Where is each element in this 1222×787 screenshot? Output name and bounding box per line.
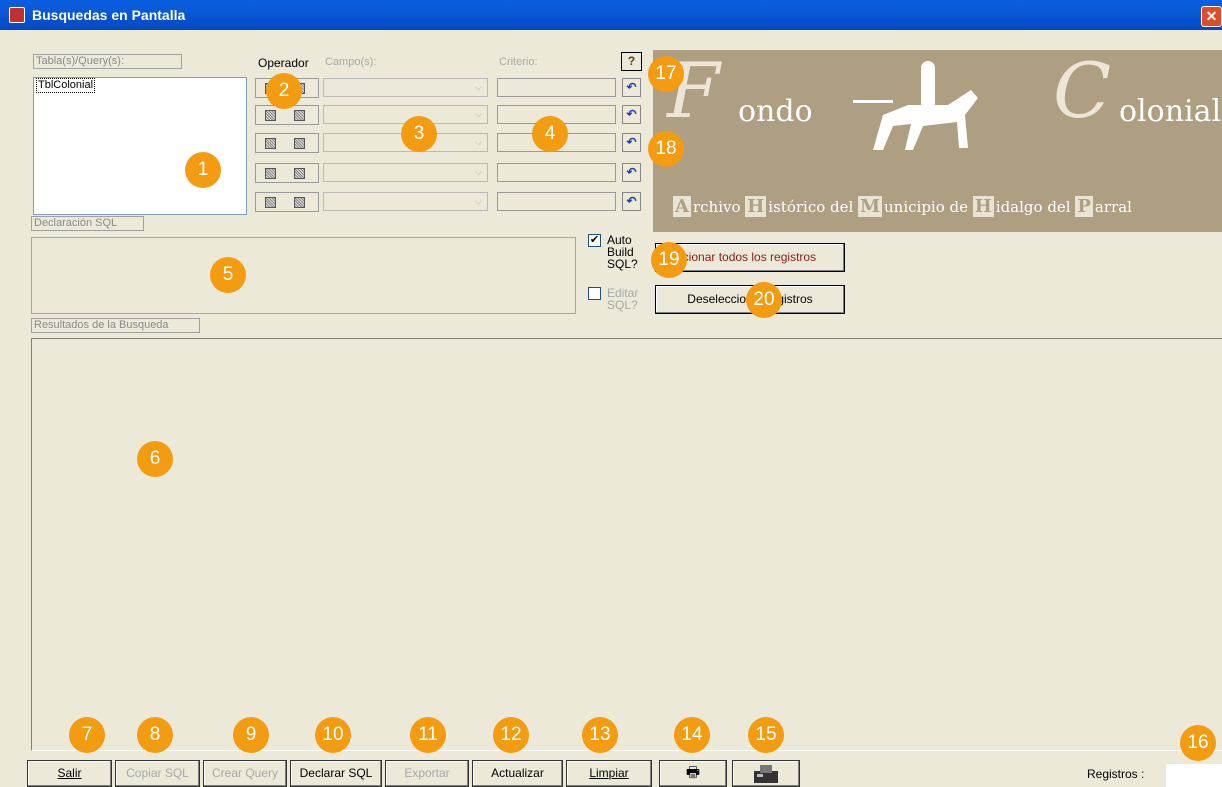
subtitle-part: istórico del [768,198,859,216]
tables-listbox[interactable]: TblColonial [33,77,247,215]
subtitle-cap: H [745,196,767,217]
field-combo-5[interactable]: ⌵ [323,192,488,211]
callout-badge: 9 [233,717,269,753]
auto-build-label: Auto Build SQL? [607,234,638,270]
subtitle-part: idalgo del [995,198,1076,216]
or-icon[interactable] [294,168,305,179]
auto-build-line: SQL? [607,257,638,271]
edit-sql-line: SQL? [607,298,638,312]
operator-label: Operador [258,56,309,70]
exportar-button[interactable]: Exportar [385,760,469,787]
and-icon[interactable] [265,197,276,208]
callout-badge: 13 [582,717,618,753]
sql-label: Declaración SQL [31,216,144,231]
subtitle-part: arral [1094,198,1132,216]
limpiar-button[interactable]: Limpiar [566,760,652,787]
callout-badge: 1 [185,152,221,188]
chevron-down-icon[interactable]: ⌵ [471,135,486,150]
callout-badge: 20 [746,282,782,318]
field-combo-1[interactable]: ⌵ [323,78,488,97]
crear-query-button[interactable]: Crear Query [203,760,287,787]
callout-badge: 4 [532,116,568,152]
and-icon[interactable] [265,110,276,121]
subtitle-cap: P [1075,196,1093,217]
results-label: Resultados de la Busqueda [31,318,200,333]
callout-badge: 11 [410,717,446,753]
printer-icon: 🖶 [685,764,701,781]
subtitle-part: rchivo [692,198,746,216]
title-bar: Busquedas en Pantalla ✕ [0,0,1222,30]
callout-badge: 5 [210,257,246,293]
print-button[interactable]: 🖶 [659,760,727,787]
declarar-sql-button[interactable]: Declarar SQL [290,760,382,787]
criteria-input-1[interactable] [497,78,616,97]
subtitle-cap: H [972,196,994,217]
banner-word-olonial: olonial [1119,94,1222,129]
chevron-down-icon[interactable]: ⌵ [471,194,486,209]
subtitle-cap: A [673,196,691,217]
criteria-input-4[interactable] [497,163,616,182]
chevron-down-icon[interactable]: ⌵ [471,80,486,95]
banner-cap-c: C [1053,50,1112,135]
registros-label: Registros : [1087,767,1145,781]
sql-textbox[interactable] [31,237,576,314]
fondo-colonial-banner: F ondo C olonial Archivo Histórico del M… [653,50,1222,232]
callout-badge: 2 [266,73,302,109]
rider-icon [853,61,978,150]
banner-word-ondo: ondo [738,94,813,129]
results-grid[interactable] [31,338,1222,751]
limpiar-label: Limpiar [589,766,629,780]
subtitle-cap: M [858,196,882,217]
help-button[interactable]: ? [621,52,642,71]
chevron-down-icon[interactable]: ⌵ [471,165,486,180]
operator-toggle-5[interactable] [255,192,319,212]
undo-button[interactable]: ↶ [622,78,641,97]
and-icon[interactable] [265,138,276,149]
callout-badge: 17 [648,56,684,92]
operator-toggle-4[interactable] [255,163,319,183]
callout-badge: 10 [315,717,351,753]
operator-toggle-3[interactable] [255,133,319,153]
fields-label: Campo(s): [325,56,377,68]
callout-badge: 12 [493,717,529,753]
callout-badge: 16 [1180,725,1216,761]
callout-badge: 14 [674,717,710,753]
callout-badge: 19 [651,242,687,278]
list-item[interactable]: TblColonial [36,78,96,93]
callout-badge: 15 [748,717,784,753]
auto-build-checkbox[interactable]: ✔ [588,234,601,247]
edit-sql-label: Editar SQL? [607,287,638,311]
undo-button[interactable]: ↶ [622,163,641,182]
undo-button[interactable]: ↶ [622,192,641,211]
undo-button[interactable]: ↶ [622,133,641,152]
salir-button[interactable]: Salir [27,760,112,787]
or-icon[interactable] [294,110,305,121]
or-icon[interactable] [294,197,305,208]
or-icon[interactable] [294,138,305,149]
chevron-down-icon[interactable]: ⌵ [471,107,486,122]
and-icon[interactable] [265,168,276,179]
undo-button[interactable]: ↶ [622,105,641,124]
subtitle-part: unicipio de [884,198,973,216]
banner-subtitle: Archivo Histórico del Municipio de Hidal… [673,196,1132,217]
field-combo-4[interactable]: ⌵ [323,163,488,182]
criteria-input-5[interactable] [497,192,616,211]
callout-badge: 7 [69,717,105,753]
window-title: Busquedas en Pantalla [32,7,186,23]
fax-icon [754,765,778,783]
copiar-sql-button[interactable]: Copiar SQL [115,760,200,787]
salir-label: Salir [57,766,82,780]
actualizar-button[interactable]: Actualizar [472,760,563,787]
edit-sql-checkbox[interactable] [588,287,601,300]
callout-badge: 3 [401,116,437,152]
tables-label: Tabla(s)/Query(s): [33,54,182,69]
criteria-label: Criterio: [499,56,538,68]
close-button[interactable]: ✕ [1201,6,1222,27]
fax-button[interactable] [732,760,800,787]
callout-badge: 18 [648,131,684,167]
app-icon [9,7,25,23]
registros-count [1166,764,1222,787]
callout-badge: 6 [137,441,173,477]
callout-badge: 8 [137,717,173,753]
